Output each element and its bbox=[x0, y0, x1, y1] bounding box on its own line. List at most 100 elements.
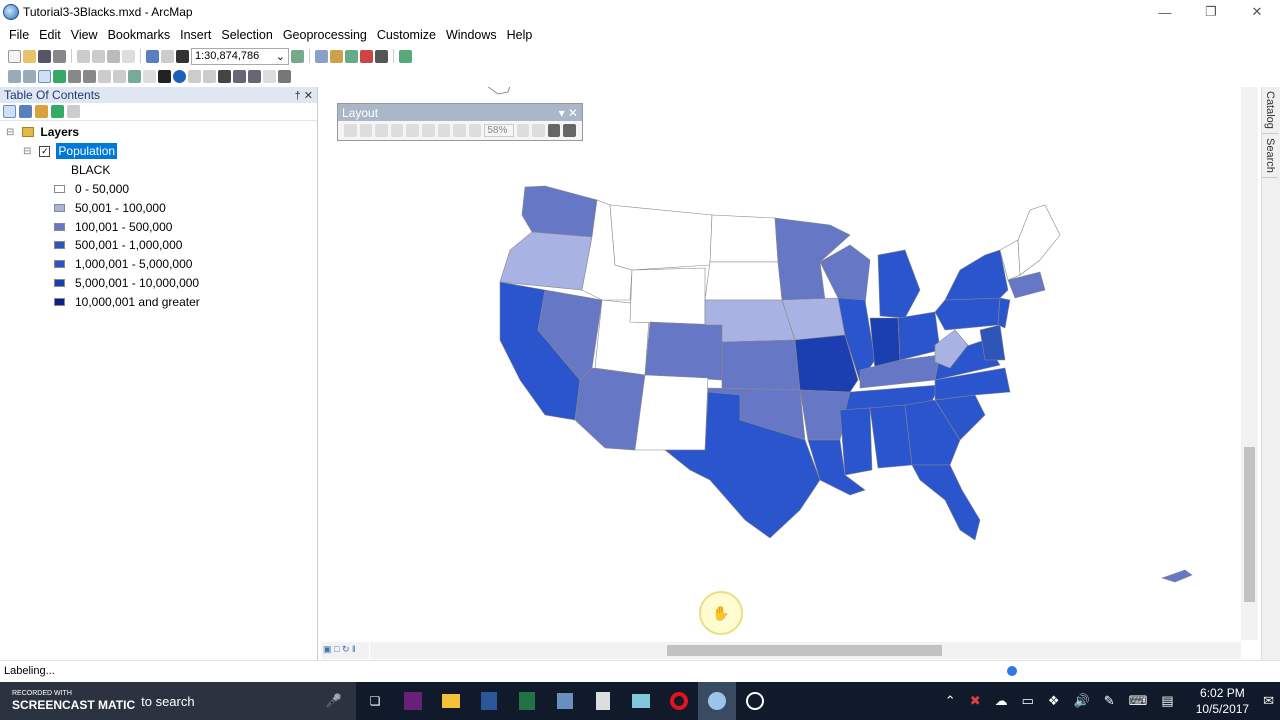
wifi-icon[interactable]: ❖ bbox=[1048, 693, 1060, 709]
html-popup-icon[interactable] bbox=[203, 69, 216, 83]
view-toggle[interactable]: ▣ □ ↻ ‖ bbox=[321, 642, 369, 659]
menu-bookmarks[interactable]: Bookmarks bbox=[103, 28, 176, 42]
clear-selection-icon[interactable] bbox=[143, 69, 156, 83]
time-slider-icon[interactable] bbox=[278, 69, 291, 83]
opera-icon[interactable] bbox=[660, 682, 698, 720]
legend-item[interactable]: 10,000,001 and greater bbox=[54, 293, 200, 311]
screencast-icon[interactable] bbox=[736, 682, 774, 720]
pen-icon[interactable]: ✎ bbox=[1104, 693, 1115, 709]
toc-window-icon[interactable] bbox=[315, 49, 328, 63]
taskbar-search[interactable]: RECORDED WITH SCREENCAST MATIC to search… bbox=[0, 682, 356, 720]
pan-icon[interactable] bbox=[38, 69, 51, 83]
catalog-tab[interactable]: Catalog bbox=[1262, 87, 1278, 134]
task-view-icon[interactable]: ❏ bbox=[356, 682, 394, 720]
battery-icon[interactable]: ▭ bbox=[1022, 693, 1034, 709]
display-icon[interactable]: ▤ bbox=[1161, 693, 1173, 709]
toggle-draft-icon[interactable] bbox=[516, 124, 530, 137]
list-by-drawing-order-icon[interactable] bbox=[3, 105, 16, 118]
menu-insert[interactable]: Insert bbox=[175, 28, 216, 42]
visibility-checkbox[interactable]: ✓ bbox=[39, 145, 51, 157]
route-icon[interactable] bbox=[233, 69, 246, 83]
editor-icon[interactable] bbox=[291, 49, 304, 63]
horizontal-scrollbar[interactable] bbox=[370, 642, 1241, 659]
legend-item[interactable]: 500,001 - 1,000,000 bbox=[54, 236, 182, 254]
python-icon[interactable] bbox=[375, 49, 388, 63]
visual-studio-icon[interactable] bbox=[394, 682, 432, 720]
close-icon[interactable]: † ✕ bbox=[295, 89, 313, 102]
menu-edit[interactable]: Edit bbox=[34, 28, 66, 42]
volume-icon[interactable]: 🔊 bbox=[1074, 693, 1090, 709]
collapse-icon[interactable]: ⊟ bbox=[23, 146, 31, 157]
catalog-window-icon[interactable] bbox=[330, 49, 343, 63]
arctoolbox-icon[interactable] bbox=[360, 49, 373, 63]
notification-icon[interactable]: ✉ bbox=[1263, 693, 1274, 709]
menu-selection[interactable]: Selection bbox=[216, 28, 277, 42]
zoom-whole-page-icon[interactable] bbox=[390, 124, 404, 137]
restore-button[interactable]: ❐ bbox=[1188, 0, 1234, 24]
delete-icon[interactable] bbox=[122, 49, 135, 63]
clock[interactable]: 6:02 PM 10/5/2017 bbox=[1196, 685, 1249, 717]
horizontal-scroll-thumb[interactable] bbox=[667, 645, 942, 656]
search-tab[interactable]: Search bbox=[1262, 134, 1278, 178]
legend-item[interactable]: 0 - 50,000 bbox=[54, 180, 129, 198]
print-icon[interactable] bbox=[53, 49, 66, 63]
options-icon[interactable] bbox=[67, 105, 80, 118]
notes-icon[interactable] bbox=[622, 682, 660, 720]
menu-geoprocessing[interactable]: Geoprocessing bbox=[278, 28, 372, 42]
zoom-out-page-icon[interactable] bbox=[359, 124, 373, 137]
cloud-icon[interactable]: ☁ bbox=[995, 693, 1008, 709]
menu-file[interactable]: File bbox=[4, 28, 34, 42]
file-explorer-icon[interactable] bbox=[432, 682, 470, 720]
legend-item[interactable]: 50,001 - 100,000 bbox=[54, 199, 166, 217]
fixed-zoom-in-page-icon[interactable] bbox=[421, 124, 435, 137]
change-layout-icon[interactable] bbox=[547, 124, 561, 137]
menu-help[interactable]: Help bbox=[502, 28, 538, 42]
select-elements-icon[interactable] bbox=[158, 69, 171, 83]
goto-xy-icon[interactable] bbox=[248, 69, 261, 83]
search-window-icon[interactable] bbox=[345, 49, 358, 63]
full-extent-icon[interactable] bbox=[53, 69, 66, 83]
zoom-in-page-icon[interactable] bbox=[344, 124, 357, 137]
focus-data-frame-icon[interactable] bbox=[532, 124, 545, 137]
layers-group[interactable]: ⊟ Layers bbox=[6, 123, 79, 141]
redo-icon[interactable] bbox=[161, 49, 174, 63]
list-by-visibility-icon[interactable] bbox=[35, 105, 48, 118]
legend-item[interactable]: 5,000,001 - 10,000,000 bbox=[54, 274, 199, 292]
hyperlink-icon[interactable] bbox=[188, 69, 201, 83]
arcmap-taskbar-icon[interactable] bbox=[698, 682, 736, 720]
pan-page-icon[interactable] bbox=[375, 124, 388, 137]
previous-extent-icon[interactable] bbox=[453, 124, 466, 137]
microphone-icon[interactable]: 🎤 bbox=[326, 693, 342, 709]
word-icon[interactable] bbox=[470, 682, 508, 720]
cut-icon[interactable] bbox=[77, 49, 90, 63]
select-features-icon[interactable] bbox=[128, 69, 141, 83]
measure-icon[interactable] bbox=[263, 69, 276, 83]
calculator-icon[interactable] bbox=[584, 682, 622, 720]
close-button[interactable]: ✕ bbox=[1234, 0, 1280, 24]
forward-icon[interactable] bbox=[113, 69, 126, 83]
sync-icon[interactable]: ✖ bbox=[970, 693, 981, 709]
undo-icon[interactable] bbox=[146, 49, 159, 63]
menu-view[interactable]: View bbox=[66, 28, 103, 42]
menu-customize[interactable]: Customize bbox=[372, 28, 441, 42]
identify-icon[interactable] bbox=[173, 69, 186, 83]
vertical-scrollbar[interactable] bbox=[1241, 87, 1258, 640]
chevron-up-icon[interactable]: ⌃ bbox=[945, 693, 956, 709]
population-layer[interactable]: ⊟ ✓ Population bbox=[23, 142, 118, 160]
fixed-zoom-out-page-icon[interactable] bbox=[437, 124, 451, 137]
list-by-selection-icon[interactable] bbox=[51, 105, 64, 118]
copy-icon[interactable] bbox=[92, 49, 105, 63]
fixed-zoom-in-icon[interactable] bbox=[68, 69, 81, 83]
next-extent-icon[interactable] bbox=[468, 124, 482, 137]
data-driven-pages-icon[interactable] bbox=[563, 124, 576, 137]
zoom-percent[interactable]: 58% bbox=[484, 124, 514, 137]
layer-name[interactable]: Population bbox=[56, 143, 118, 159]
legend-item[interactable]: 100,001 - 500,000 bbox=[54, 218, 172, 236]
zoom-in-icon[interactable] bbox=[8, 69, 21, 83]
new-icon[interactable] bbox=[8, 49, 21, 63]
keyboard-icon[interactable]: ⌨ bbox=[1129, 693, 1148, 709]
legend-item[interactable]: 1,000,001 - 5,000,000 bbox=[54, 255, 192, 273]
menu-windows[interactable]: Windows bbox=[441, 28, 502, 42]
fixed-zoom-out-icon[interactable] bbox=[83, 69, 96, 83]
close-icon[interactable]: ▾ ✕ bbox=[559, 106, 578, 120]
